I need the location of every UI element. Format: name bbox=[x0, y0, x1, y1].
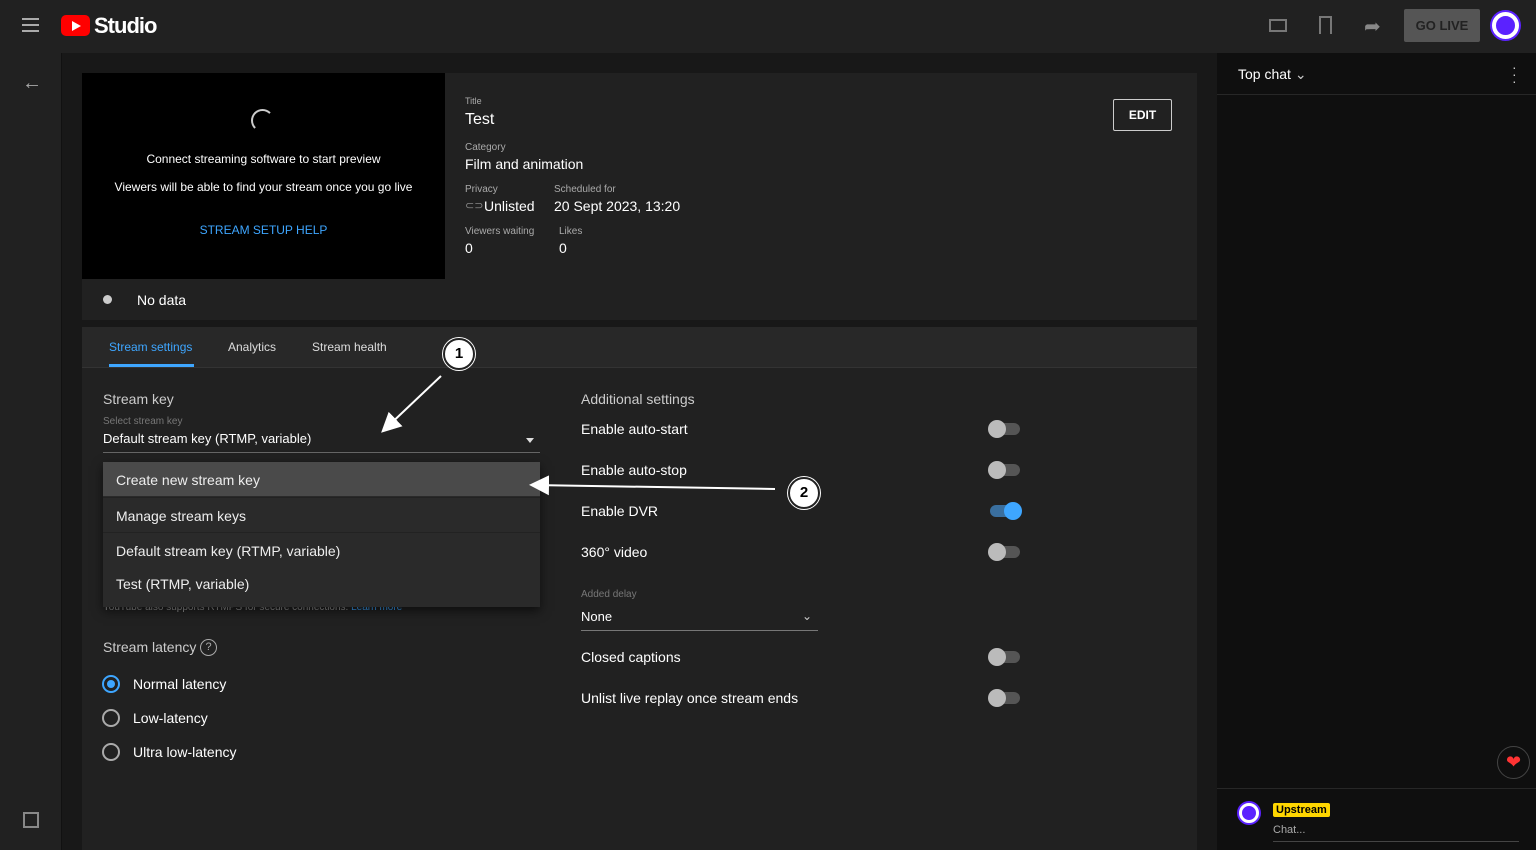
heart-reaction-icon[interactable]: ❤ bbox=[1497, 746, 1530, 779]
arrow-1 bbox=[381, 375, 442, 433]
chat-username-badge: Upstream bbox=[1273, 803, 1330, 817]
chat-avatar bbox=[1239, 803, 1259, 823]
chat-input-divider bbox=[1217, 788, 1536, 789]
chat-header-divider bbox=[1217, 94, 1536, 95]
chat-panel bbox=[1217, 53, 1536, 850]
chat-input[interactable]: Chat... bbox=[1273, 824, 1519, 842]
more-options-icon[interactable]: · · · bbox=[1512, 60, 1517, 88]
callout-1: 1 bbox=[443, 338, 475, 370]
top-chat-label: Top chat bbox=[1238, 66, 1291, 82]
top-chat-selector[interactable]: Top chat ⌄ bbox=[1238, 66, 1307, 83]
chevron-down-icon: ⌄ bbox=[1294, 66, 1307, 82]
arrow-2 bbox=[529, 475, 776, 496]
callout-2: 2 bbox=[788, 477, 820, 509]
